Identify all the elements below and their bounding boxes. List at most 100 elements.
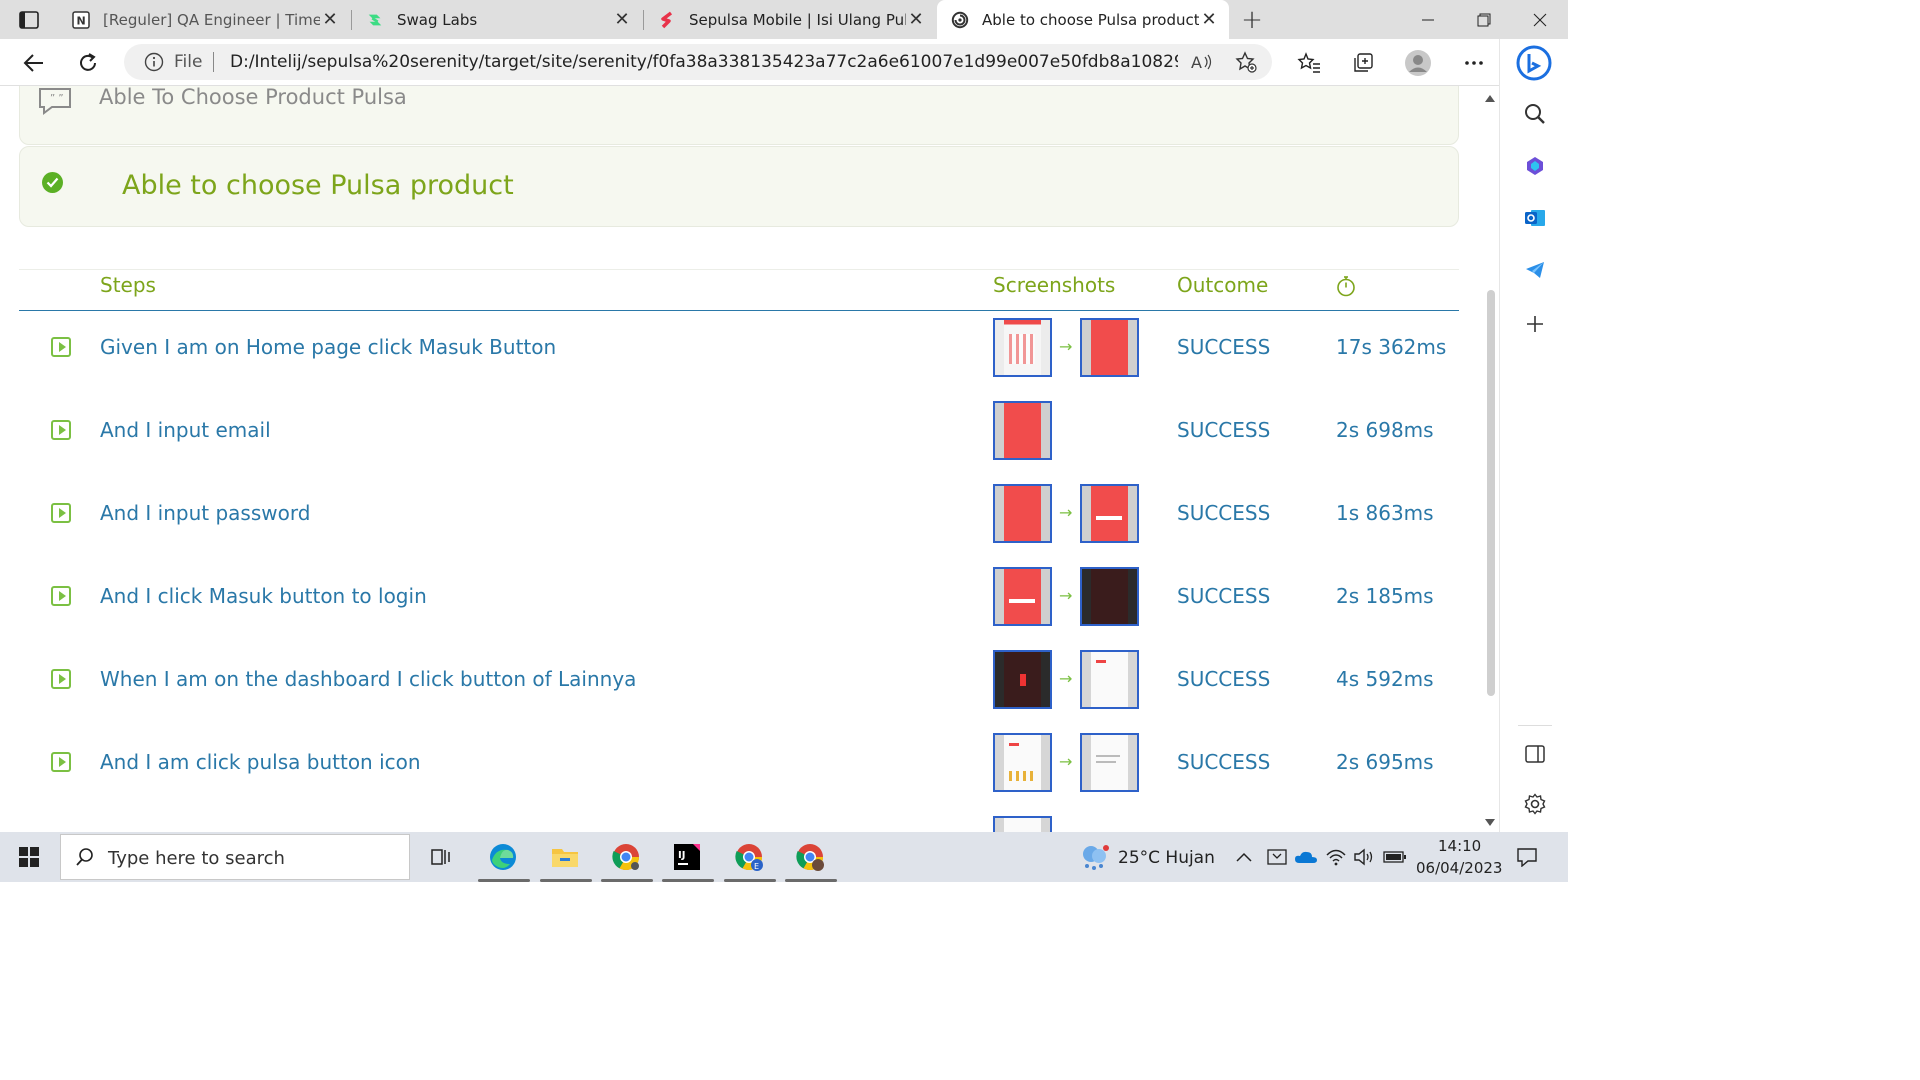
notifications-icon[interactable]	[1512, 841, 1542, 873]
scroll-down-icon[interactable]	[1485, 818, 1495, 826]
table-row[interactable]: And I am click pulsa button icon → SUCCE…	[19, 726, 1459, 809]
table-row[interactable]: And I input password → SUCCESS 1s 863ms	[19, 477, 1459, 560]
screenshot-thumbnail[interactable]	[993, 318, 1052, 377]
step-description[interactable]: Given I am on Home page click Masuk Butt…	[100, 335, 556, 359]
task-view-icon[interactable]	[424, 841, 458, 873]
close-icon[interactable]: ✕	[1199, 9, 1219, 30]
browser-tab-bar: N [Reguler] QA Engineer | Timeline ✕ Swa…	[0, 0, 1568, 39]
screenshot-thumbnail[interactable]	[993, 567, 1052, 626]
wifi-icon[interactable]	[1322, 841, 1350, 873]
search-icon	[75, 847, 95, 871]
weather-text[interactable]: 25°C Hujan	[1118, 848, 1215, 868]
sidebar-settings-icon[interactable]	[1522, 791, 1548, 817]
table-row[interactable]: Given I am on Home page click Masuk Butt…	[19, 311, 1459, 394]
security-tray-icon[interactable]	[1264, 841, 1290, 873]
scroll-up-icon[interactable]	[1485, 94, 1495, 102]
arrow-icon: →	[1059, 752, 1073, 771]
step-description[interactable]: And I click Masuk button to login	[100, 584, 427, 608]
table-row[interactable]: And I click Masuk button to login → SUCC…	[19, 560, 1459, 643]
screenshot-thumbnail[interactable]	[1080, 484, 1139, 543]
edge-browser-icon[interactable]	[486, 841, 520, 873]
step-outcome: SUCCESS	[1177, 584, 1271, 608]
clock-time[interactable]: 14:10	[1438, 837, 1481, 855]
copilot-icon[interactable]	[1522, 153, 1548, 179]
address-divider	[213, 52, 214, 72]
minimize-icon[interactable]	[1400, 0, 1456, 39]
address-bar[interactable]: File D:/Intelij/sepulsa%20serenity/targe…	[124, 44, 1272, 80]
back-icon[interactable]	[19, 48, 49, 78]
hide-sidebar-icon[interactable]	[1522, 741, 1548, 767]
tab-swag-labs[interactable]: Swag Labs ✕	[352, 0, 642, 39]
table-row[interactable]: And I input email SUCCESS 2s 698ms	[19, 394, 1459, 477]
windows-start-icon[interactable]	[12, 841, 46, 873]
svg-text:A: A	[1191, 53, 1202, 72]
weather-icon[interactable]	[1078, 841, 1112, 873]
sidebar-divider	[1518, 725, 1552, 726]
telegram-send-icon[interactable]	[1522, 257, 1548, 283]
volume-icon[interactable]	[1350, 841, 1378, 873]
tab-sepulsa[interactable]: Sepulsa Mobile | Isi Ulang Pulsa S ✕	[644, 0, 936, 39]
step-description[interactable]: And I input password	[100, 501, 310, 525]
close-icon[interactable]: ✕	[320, 9, 340, 30]
chrome-profile-icon[interactable]	[793, 841, 827, 873]
step-description[interactable]: When I am on the dashboard I click butto…	[100, 667, 636, 691]
step-description[interactable]: And I am click pulsa button icon	[100, 750, 421, 774]
expand-step-icon[interactable]	[51, 420, 71, 440]
new-tab-icon[interactable]: +	[1238, 5, 1266, 35]
intellij-icon[interactable]: IJ	[670, 841, 704, 873]
collections-icon[interactable]	[1348, 48, 1378, 78]
table-row[interactable]: When I am on the dashboard I click butto…	[19, 643, 1459, 726]
taskbar-search[interactable]: Type here to search	[60, 834, 410, 880]
tab-notion[interactable]: N [Reguler] QA Engineer | Timeline ✕	[58, 0, 350, 39]
chrome-icon[interactable]	[609, 841, 643, 873]
expand-step-icon[interactable]	[51, 586, 71, 606]
bing-chat-icon[interactable]	[1516, 45, 1552, 81]
arrow-icon: →	[1059, 503, 1073, 522]
expand-step-icon[interactable]	[51, 503, 71, 523]
restore-icon[interactable]	[1456, 0, 1512, 39]
close-icon[interactable]: ✕	[612, 9, 632, 30]
battery-icon[interactable]	[1380, 841, 1410, 873]
expand-step-icon[interactable]	[51, 337, 71, 357]
chevron-up-icon[interactable]	[1232, 841, 1256, 873]
screenshot-thumbnail[interactable]	[1080, 733, 1139, 792]
tab-actions-icon[interactable]	[12, 8, 46, 32]
screenshot-thumbnail[interactable]	[1080, 567, 1139, 626]
expand-step-icon[interactable]	[51, 752, 71, 772]
story-title: Able To Choose Product Pulsa	[99, 86, 407, 109]
info-icon[interactable]	[144, 52, 164, 72]
add-app-icon[interactable]	[1522, 311, 1548, 337]
read-aloud-icon[interactable]: A	[1190, 50, 1214, 74]
page-scrollbar[interactable]	[1481, 86, 1499, 832]
file-explorer-icon[interactable]	[548, 841, 582, 873]
browser-toolbar: File D:/Intelij/sepulsa%20serenity/targe…	[0, 39, 1568, 86]
profile-avatar-icon[interactable]	[1403, 48, 1433, 78]
onedrive-icon[interactable]	[1292, 841, 1320, 873]
more-options-icon[interactable]	[1459, 48, 1489, 78]
tab-title: Able to choose Pulsa product	[982, 10, 1199, 29]
close-icon[interactable]: ✕	[906, 9, 926, 30]
success-check-icon	[42, 172, 63, 193]
outlook-icon[interactable]	[1522, 205, 1548, 231]
clock-date[interactable]: 06/04/2023	[1416, 859, 1502, 877]
scrollbar-thumb[interactable]	[1487, 290, 1495, 696]
refresh-icon[interactable]	[73, 48, 103, 78]
chrome-profile-e-icon[interactable]: E	[732, 841, 766, 873]
screenshot-thumbnail[interactable]	[993, 650, 1052, 709]
screenshot-thumbnail[interactable]	[1080, 650, 1139, 709]
add-favorite-icon[interactable]	[1234, 50, 1258, 74]
search-icon[interactable]	[1522, 101, 1548, 127]
tab-serenity-report[interactable]: Able to choose Pulsa product ✕	[937, 0, 1229, 39]
favorites-icon[interactable]	[1294, 48, 1324, 78]
step-description[interactable]: And I input email	[100, 418, 271, 442]
expand-step-icon[interactable]	[51, 669, 71, 689]
arrow-icon: →	[1059, 586, 1073, 605]
close-window-icon[interactable]	[1512, 0, 1568, 39]
screenshot-thumbnail[interactable]	[993, 401, 1052, 460]
screenshot-thumbnail[interactable]	[1080, 318, 1139, 377]
screenshot-thumbnail[interactable]	[993, 484, 1052, 543]
screenshot-thumbnail[interactable]	[993, 816, 1052, 832]
screenshot-thumbnail[interactable]	[993, 733, 1052, 792]
url-text[interactable]: D:/Intelij/sepulsa%20serenity/target/sit…	[230, 52, 1178, 72]
table-row[interactable]	[19, 809, 1459, 832]
